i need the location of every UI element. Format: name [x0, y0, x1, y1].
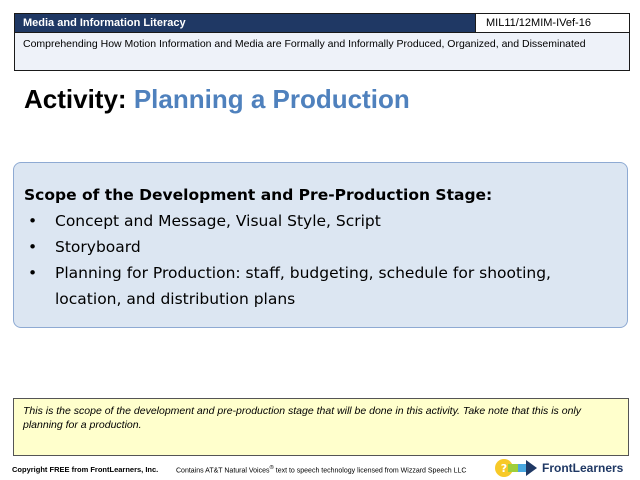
content-box: Scope of the Development and Pre-Product… — [13, 162, 628, 328]
header-bar: Media and Information Literacy MIL11/12M… — [14, 13, 630, 33]
narration-note: This is the scope of the development and… — [13, 398, 629, 456]
list-item-text: Concept and Message, Visual Style, Scrip… — [55, 212, 381, 230]
notice-text-rest: text to speech technology licensed from … — [273, 467, 467, 475]
footer-notice: Contains AT&T Natural Voices® text to sp… — [176, 465, 466, 474]
logo-text: FrontLearners — [542, 461, 624, 475]
activity-prefix: Activity: — [24, 84, 127, 114]
notice-text: Contains AT&T Natural Voices — [176, 467, 270, 475]
list-item: • Planning for Production: staff, budgeti… — [24, 260, 617, 312]
list-item: • Storyboard — [24, 234, 617, 260]
frontlearners-logo: ? FrontLearners — [494, 457, 634, 479]
svg-text:?: ? — [501, 462, 507, 475]
bullet-icon: • — [28, 238, 38, 256]
competency-subtitle: Comprehending How Motion Information and… — [14, 33, 630, 71]
logo-arrow-icon: ? — [495, 459, 537, 477]
list-item-text: Planning for Production: staff, budgetin… — [55, 264, 551, 308]
footer-copyright: Copyright FREE from FrontLearners, Inc. — [12, 465, 159, 474]
list-item: • Concept and Message, Visual Style, Scri… — [24, 208, 617, 234]
activity-topic: Planning a Production — [133, 84, 410, 114]
bullet-icon: • — [28, 212, 38, 230]
course-title: Media and Information Literacy — [23, 17, 186, 29]
bullet-icon: • — [28, 264, 38, 282]
list-item-text: Storyboard — [55, 238, 141, 256]
page-title: Activity: Planning a Production — [24, 84, 410, 115]
bullet-list: • Concept and Message, Visual Style, Scri… — [24, 208, 617, 312]
content-heading: Scope of the Development and Pre-Product… — [24, 186, 493, 204]
course-code: MIL11/12MIM-IVef-16 — [475, 14, 629, 32]
